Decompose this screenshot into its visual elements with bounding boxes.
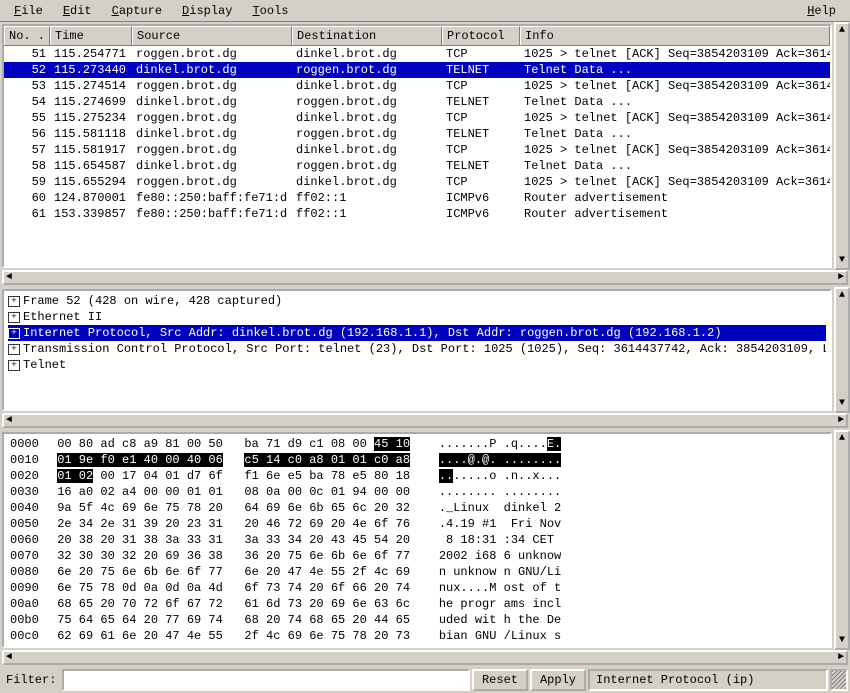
scroll-down-icon[interactable]: ▼ [839, 254, 845, 268]
filter-label: Filter: [2, 669, 60, 691]
hex-line[interactable]: 0030 16 a0 02 a4 00 00 01 01 08 0a 00 0c… [10, 484, 824, 500]
table-row[interactable]: 58115.654587dinkel.brot.dgroggen.brot.dg… [4, 158, 830, 174]
scroll-up-icon[interactable]: ▲ [839, 432, 845, 446]
menubar: File Edit Capture Display Tools Help [0, 0, 850, 22]
table-row[interactable]: 51115.254771roggen.brot.dgdinkel.brot.dg… [4, 46, 830, 62]
packet-list-hscroll[interactable]: ◄► [2, 270, 848, 285]
tree-pane: +Frame 52 (428 on wire, 428 captured)+Et… [2, 289, 832, 411]
hex-pane: 0000 00 80 ad c8 a9 81 00 50 ba 71 d9 c1… [2, 432, 832, 648]
tree-hscroll[interactable]: ◄► [2, 413, 848, 428]
filter-input[interactable] [62, 669, 470, 691]
table-row[interactable]: 55115.275234roggen.brot.dgdinkel.brot.dg… [4, 110, 830, 126]
table-row[interactable]: 60124.870001fe80::250:baff:fe71:dff02::1… [4, 190, 830, 206]
hex-line[interactable]: 0060 20 38 20 31 38 3a 33 31 3a 33 34 20… [10, 532, 824, 548]
hex-line[interactable]: 0040 9a 5f 4c 69 6e 75 78 20 64 69 6e 6b… [10, 500, 824, 516]
reset-button[interactable]: Reset [472, 669, 528, 691]
menu-edit[interactable]: Edit [53, 2, 102, 20]
tree-row[interactable]: +Transmission Control Protocol, Src Port… [8, 341, 826, 357]
status-field: Internet Protocol (ip) [588, 669, 828, 691]
column-headers: No. . Time Source Destination Protocol I… [4, 26, 830, 46]
statusbar: Filter: Reset Apply Internet Protocol (i… [0, 667, 850, 693]
hex-line[interactable]: 0070 32 30 30 32 20 69 36 38 36 20 75 6e… [10, 548, 824, 564]
menu-capture[interactable]: Capture [102, 2, 172, 20]
packet-list-pane: No. . Time Source Destination Protocol I… [2, 24, 832, 268]
scroll-down-icon[interactable]: ▼ [839, 397, 845, 411]
expand-icon[interactable]: + [8, 296, 20, 307]
tree-row[interactable]: +Telnet [8, 357, 826, 373]
table-row[interactable]: 54115.274699dinkel.brot.dgroggen.brot.dg… [4, 94, 830, 110]
hex-line[interactable]: 00b0 75 64 65 64 20 77 69 74 68 20 74 68… [10, 612, 824, 628]
col-header-time[interactable]: Time [50, 26, 132, 45]
col-header-no[interactable]: No. . [4, 26, 50, 45]
tree-row[interactable]: +Ethernet II [8, 309, 826, 325]
hex-line[interactable]: 00a0 68 65 20 70 72 6f 67 72 61 6d 73 20… [10, 596, 824, 612]
tree-vscroll[interactable]: ▲ ▼ [834, 287, 850, 413]
menu-file[interactable]: File [4, 2, 53, 20]
expand-icon[interactable]: + [8, 360, 20, 371]
col-header-dest[interactable]: Destination [292, 26, 442, 45]
menu-help[interactable]: Help [797, 2, 846, 20]
hex-line[interactable]: 0020 01 02 00 17 04 01 d7 6f f1 6e e5 ba… [10, 468, 824, 484]
tree-row[interactable]: +Internet Protocol, Src Addr: dinkel.bro… [8, 325, 826, 341]
table-row[interactable]: 56115.581118dinkel.brot.dgroggen.brot.dg… [4, 126, 830, 142]
hex-line[interactable]: 0050 2e 34 2e 31 39 20 23 31 20 46 72 69… [10, 516, 824, 532]
col-header-proto[interactable]: Protocol [442, 26, 520, 45]
tree-rows[interactable]: +Frame 52 (428 on wire, 428 captured)+Et… [4, 291, 830, 375]
table-row[interactable]: 52115.273440dinkel.brot.dgroggen.brot.dg… [4, 62, 830, 78]
scroll-down-icon[interactable]: ▼ [839, 634, 845, 648]
table-row[interactable]: 61153.339857fe80::250:baff:fe71:dff02::1… [4, 206, 830, 222]
expand-icon[interactable]: + [8, 328, 20, 339]
hex-line[interactable]: 00c0 62 69 61 6e 20 47 4e 55 2f 4c 69 6e… [10, 628, 824, 644]
hex-line[interactable]: 0010 01 9e f0 e1 40 00 40 06 c5 14 c0 a8… [10, 452, 824, 468]
packet-list-vscroll[interactable]: ▲ ▼ [834, 22, 850, 270]
scroll-up-icon[interactable]: ▲ [839, 289, 845, 303]
resize-grip[interactable] [830, 669, 848, 691]
hex-rows[interactable]: 0000 00 80 ad c8 a9 81 00 50 ba 71 d9 c1… [4, 434, 830, 646]
hex-vscroll[interactable]: ▲ ▼ [834, 430, 850, 650]
hex-line[interactable]: 0080 6e 20 75 6e 6b 6e 6f 77 6e 20 47 4e… [10, 564, 824, 580]
table-row[interactable]: 53115.274514roggen.brot.dgdinkel.brot.dg… [4, 78, 830, 94]
table-row[interactable]: 57115.581917roggen.brot.dgdinkel.brot.dg… [4, 142, 830, 158]
table-row[interactable]: 59115.655294roggen.brot.dgdinkel.brot.dg… [4, 174, 830, 190]
expand-icon[interactable]: + [8, 344, 20, 355]
menu-tools[interactable]: Tools [242, 2, 298, 20]
hex-hscroll[interactable]: ◄► [2, 650, 848, 665]
hex-line[interactable]: 0000 00 80 ad c8 a9 81 00 50 ba 71 d9 c1… [10, 436, 824, 452]
packet-rows[interactable]: 51115.254771roggen.brot.dgdinkel.brot.dg… [4, 46, 830, 266]
tree-row[interactable]: +Frame 52 (428 on wire, 428 captured) [8, 293, 826, 309]
scroll-up-icon[interactable]: ▲ [839, 24, 845, 38]
expand-icon[interactable]: + [8, 312, 20, 323]
menu-display[interactable]: Display [172, 2, 242, 20]
apply-button[interactable]: Apply [530, 669, 586, 691]
col-header-info[interactable]: Info [520, 26, 830, 45]
col-header-source[interactable]: Source [132, 26, 292, 45]
hex-line[interactable]: 0090 6e 75 78 0d 0a 0d 0a 4d 6f 73 74 20… [10, 580, 824, 596]
